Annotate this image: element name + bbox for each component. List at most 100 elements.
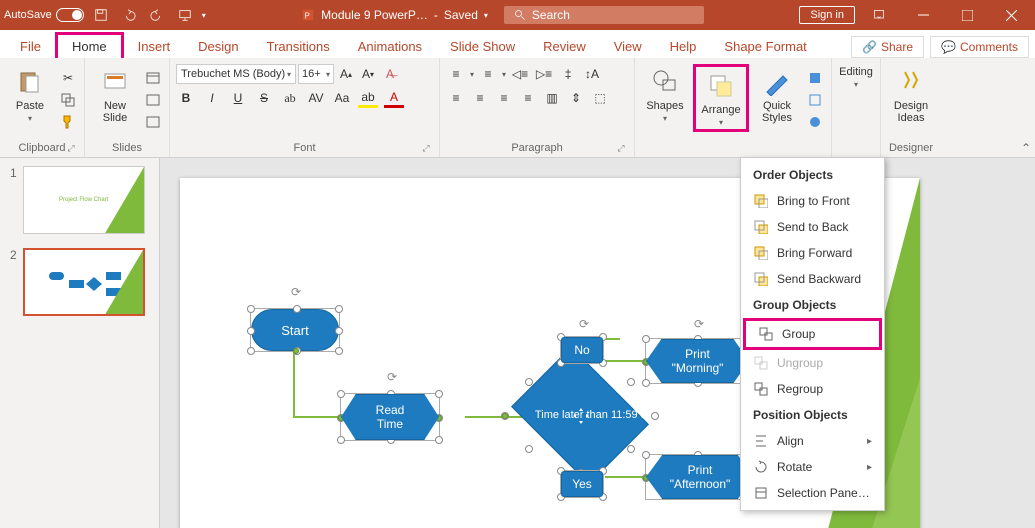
sign-in-button[interactable]: Sign in <box>799 6 855 24</box>
paste-button[interactable]: Paste▾ <box>6 64 54 124</box>
numbering-icon[interactable]: ≡ <box>478 64 498 84</box>
char-spacing-icon[interactable]: AV <box>306 88 326 108</box>
quick-styles-icon <box>761 66 793 98</box>
shape-print-afternoon[interactable]: Print "Afternoon" <box>645 454 755 500</box>
cut-icon[interactable]: ✂ <box>58 68 78 88</box>
connector[interactable] <box>293 351 295 416</box>
section-icon[interactable] <box>143 112 163 132</box>
change-case-icon[interactable]: Aa <box>332 88 352 108</box>
reset-icon[interactable] <box>143 90 163 110</box>
font-launcher-icon[interactable]: ⤢ <box>421 143 431 153</box>
shrink-font-icon[interactable]: A▾ <box>358 64 378 84</box>
shape-fill-icon[interactable] <box>805 68 825 88</box>
line-spacing-icon[interactable]: ‡ <box>558 64 578 84</box>
comments-button[interactable]: 💬Comments <box>930 36 1029 58</box>
justify-icon[interactable]: ≡ <box>518 88 538 108</box>
shapes-button[interactable]: Shapes▾ <box>641 64 689 124</box>
tab-transitions[interactable]: Transitions <box>253 35 344 58</box>
align-right-icon[interactable]: ≡ <box>494 88 514 108</box>
tab-shape-format[interactable]: Shape Format <box>710 35 820 58</box>
clear-format-icon[interactable]: A̶ <box>380 64 400 84</box>
tab-file[interactable]: File <box>6 35 55 58</box>
menu-bring-to-front[interactable]: Bring to Front <box>741 188 884 214</box>
menu-regroup[interactable]: Regroup <box>741 376 884 402</box>
indent-dec-icon[interactable]: ◁≡ <box>510 64 530 84</box>
shape-print-morning[interactable]: ⟳ Print "Morning" <box>645 338 750 384</box>
rotate-handle-icon[interactable]: ⟳ <box>577 317 591 331</box>
slide-thumb-1[interactable]: 1 Project Flow Chart <box>10 166 149 234</box>
font-name-combo[interactable]: Trebuchet MS (Body)▾ <box>176 64 296 84</box>
tab-slideshow[interactable]: Slide Show <box>436 35 529 58</box>
tab-help[interactable]: Help <box>656 35 711 58</box>
new-slide-icon <box>99 66 131 98</box>
highlight-icon[interactable]: ab <box>358 88 378 108</box>
present-icon[interactable] <box>174 4 196 26</box>
shape-read-time[interactable]: ⟳ Read Time <box>340 393 440 441</box>
shape-start[interactable]: ⟳ Start <box>250 308 340 352</box>
font-size-combo[interactable]: 16+▾ <box>298 64 334 84</box>
bold-button[interactable]: B <box>176 88 196 108</box>
strike-button[interactable]: S <box>254 88 274 108</box>
clipboard-launcher-icon[interactable]: ⤢ <box>66 143 76 153</box>
arrange-button[interactable]: Arrange▾ <box>697 68 745 128</box>
autosave-toggle[interactable] <box>56 8 84 22</box>
minimize-button[interactable] <box>903 0 943 30</box>
close-button[interactable] <box>991 0 1031 30</box>
save-icon[interactable] <box>90 4 112 26</box>
menu-send-to-back[interactable]: Send to Back <box>741 214 884 240</box>
menu-selection-pane[interactable]: Selection Pane… <box>741 480 884 506</box>
menu-bring-forward[interactable]: Bring Forward <box>741 240 884 266</box>
shadow-button[interactable]: ab <box>280 88 300 108</box>
menu-align[interactable]: Align▸ <box>741 428 884 454</box>
tab-animations[interactable]: Animations <box>344 35 436 58</box>
underline-button[interactable]: U <box>228 88 248 108</box>
tab-home[interactable]: Home <box>55 32 124 58</box>
maximize-button[interactable] <box>947 0 987 30</box>
tab-review[interactable]: Review <box>529 35 600 58</box>
bullets-icon[interactable]: ≡ <box>446 64 466 84</box>
smartart-icon[interactable]: ⬚ <box>590 88 610 108</box>
text-direction-icon[interactable]: ↕A <box>582 64 602 84</box>
menu-rotate[interactable]: Rotate▸ <box>741 454 884 480</box>
tab-insert[interactable]: Insert <box>124 35 185 58</box>
ribbon-options-icon[interactable] <box>859 0 899 30</box>
shape-outline-icon[interactable] <box>805 90 825 110</box>
slide-thumbnail-pane[interactable]: 1 Project Flow Chart 2 <box>0 158 160 528</box>
quick-styles-button[interactable]: Quick Styles <box>753 64 801 124</box>
share-button[interactable]: 🔗Share <box>851 36 924 58</box>
align-text-icon[interactable]: ⇕ <box>566 88 586 108</box>
slide-thumb-2[interactable]: 2 <box>10 248 149 316</box>
bring-forward-icon <box>753 245 769 261</box>
paragraph-launcher-icon[interactable]: ⤢ <box>616 143 626 153</box>
rotate-handle-icon[interactable]: ⟳ <box>289 285 303 299</box>
search-box[interactable]: Search <box>504 6 704 24</box>
align-left-icon[interactable]: ≡ <box>446 88 466 108</box>
columns-icon[interactable]: ▥ <box>542 88 562 108</box>
new-slide-button[interactable]: New Slide <box>91 64 139 124</box>
editing-button[interactable]: Editing ▾ <box>838 64 874 89</box>
menu-group[interactable]: Group <box>743 318 882 350</box>
align-center-icon[interactable]: ≡ <box>470 88 490 108</box>
menu-send-backward[interactable]: Send Backward <box>741 266 884 292</box>
shape-yes-label[interactable]: Yes <box>560 470 604 498</box>
font-color-icon[interactable]: A <box>384 88 404 108</box>
rotate-handle-icon[interactable]: ⟳ <box>385 370 399 384</box>
collapse-ribbon-icon[interactable]: ⌃ <box>1021 141 1031 155</box>
slide-editor[interactable]: ⟳ Start ⟳ Read Time ⟳ <box>160 158 1035 528</box>
tab-design[interactable]: Design <box>184 35 252 58</box>
format-painter-icon[interactable] <box>58 112 78 132</box>
rotate-handle-icon[interactable]: ⟳ <box>692 317 706 331</box>
copy-icon[interactable] <box>58 90 78 110</box>
shape-decision[interactable]: ⟳ Time later than 11:59 am <box>505 358 655 473</box>
shape-effects-icon[interactable] <box>805 112 825 132</box>
tab-view[interactable]: View <box>600 35 656 58</box>
autosave[interactable]: AutoSave <box>4 8 84 22</box>
undo-icon[interactable] <box>118 4 140 26</box>
design-ideas-button[interactable]: Design Ideas <box>887 64 935 124</box>
italic-button[interactable]: I <box>202 88 222 108</box>
layout-icon[interactable] <box>143 68 163 88</box>
shape-no-label[interactable]: ⟳ No <box>560 336 604 364</box>
indent-inc-icon[interactable]: ▷≡ <box>534 64 554 84</box>
redo-icon[interactable] <box>146 4 168 26</box>
grow-font-icon[interactable]: A▴ <box>336 64 356 84</box>
